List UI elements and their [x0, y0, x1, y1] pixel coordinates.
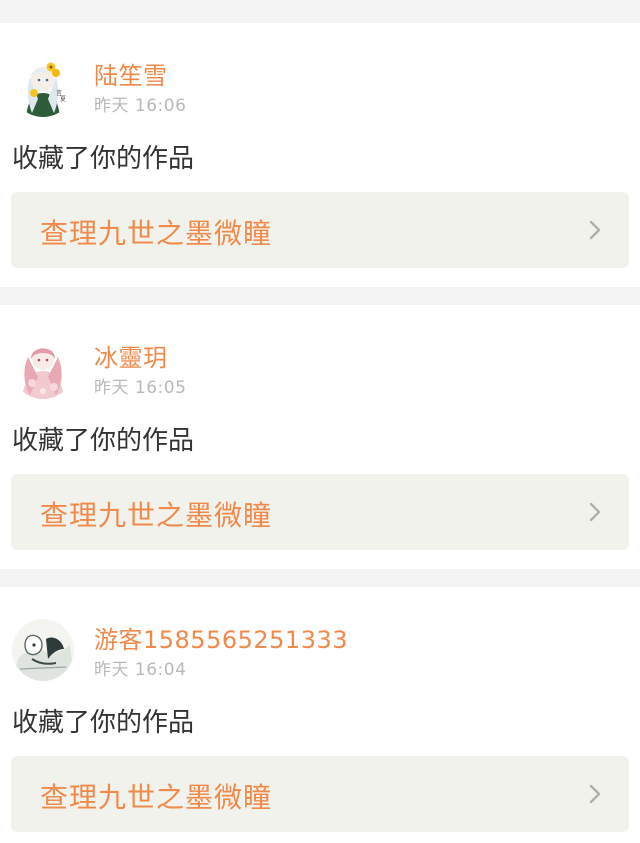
- action-text: 收藏了你的作品: [12, 708, 195, 738]
- anime-sketch-avatar-icon: [12, 619, 74, 681]
- user-avatar[interactable]: 言 夏: [12, 55, 74, 117]
- anime-girl-flowers-avatar-icon: 言 夏: [12, 55, 74, 117]
- user-avatar[interactable]: [12, 619, 74, 681]
- notification-card: 游客1585565251333 昨天 16:04 收藏了你的作品 查理九世之墨微…: [0, 587, 640, 843]
- timestamp: 昨天 16:05: [94, 378, 187, 398]
- username[interactable]: 陆笙雪: [94, 56, 168, 91]
- chevron-right-icon: [589, 220, 601, 240]
- chevron-right-icon: [589, 784, 601, 804]
- action-text: 收藏了你的作品: [12, 144, 195, 174]
- username[interactable]: 游客1585565251333: [94, 620, 348, 655]
- timestamp: 昨天 16:06: [94, 96, 187, 116]
- work-link[interactable]: 查理九世之墨微瞳: [11, 192, 629, 268]
- username[interactable]: 冰靈玥: [94, 338, 168, 373]
- timestamp: 昨天 16:04: [94, 660, 187, 680]
- work-title: 查理九世之墨微瞳: [40, 217, 273, 250]
- anime-girl-pink-avatar-icon: [12, 337, 74, 399]
- chevron-right-icon: [589, 502, 601, 522]
- user-avatar[interactable]: [12, 337, 74, 399]
- notification-card: 言 夏 陆笙雪 昨天 16:06 收藏了你的作品 查理九世之墨微瞳: [0, 23, 640, 287]
- action-text: 收藏了你的作品: [12, 426, 195, 456]
- work-link[interactable]: 查理九世之墨微瞳: [11, 756, 629, 832]
- notification-card: 冰靈玥 昨天 16:05 收藏了你的作品 查理九世之墨微瞳: [0, 305, 640, 569]
- svg-text:夏: 夏: [60, 96, 66, 103]
- work-link[interactable]: 查理九世之墨微瞳: [11, 474, 629, 550]
- work-title: 查理九世之墨微瞳: [40, 499, 273, 532]
- work-title: 查理九世之墨微瞳: [40, 781, 273, 814]
